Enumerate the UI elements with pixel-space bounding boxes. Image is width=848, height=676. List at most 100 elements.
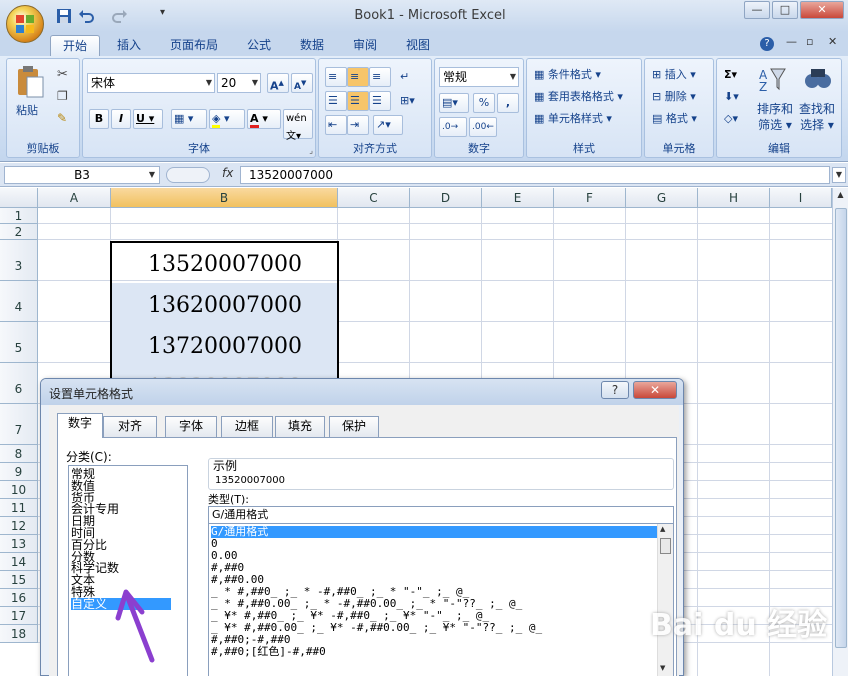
type-input[interactable]: G/通用格式 <box>208 506 674 524</box>
align-center-button[interactable]: ☰ <box>347 91 369 111</box>
copy-icon[interactable]: ❐ <box>57 89 68 103</box>
scroll-up-icon[interactable]: ▲ <box>834 190 847 204</box>
category-item[interactable]: 百分比 <box>71 539 171 551</box>
clear-icon[interactable]: ◇▾ <box>721 109 747 129</box>
font-name-select[interactable]: 宋体 ▼ <box>87 73 215 93</box>
conditional-format-button[interactable]: ▦ 条件格式 ▾ <box>531 65 639 85</box>
expand-formula-bar-icon[interactable]: ▼ <box>832 167 846 183</box>
row-header[interactable]: 16 <box>0 589 38 607</box>
row-header[interactable]: 1 <box>0 208 38 224</box>
column-header[interactable]: D <box>410 188 482 208</box>
help-icon[interactable]: ? <box>760 37 774 51</box>
row-header[interactable]: 10 <box>0 481 38 499</box>
column-header[interactable]: F <box>554 188 626 208</box>
decrease-decimal-button[interactable]: .00← <box>469 117 497 137</box>
formula-input[interactable]: 13520007000 <box>240 166 830 184</box>
tab-insert[interactable]: 插入 <box>108 35 150 56</box>
format-as-table-button[interactable]: ▦ 套用表格格式 ▾ <box>531 87 639 107</box>
format-cells-button[interactable]: ▤ 格式 ▾ <box>649 109 711 129</box>
row-header[interactable]: 9 <box>0 463 38 481</box>
increase-decimal-button[interactable]: .0→ <box>439 117 467 137</box>
scroll-thumb[interactable] <box>835 208 847 648</box>
row-header[interactable]: 6 <box>0 363 38 404</box>
customize-qat-icon[interactable]: ▾ <box>160 7 165 18</box>
sort-filter-icon[interactable]: AZ <box>757 65 787 94</box>
save-icon[interactable] <box>56 8 72 24</box>
decrease-indent-button[interactable]: ⇤ <box>325 115 347 135</box>
row-header[interactable]: 11 <box>0 499 38 517</box>
phonetic-button[interactable]: wén 文▾ <box>283 109 313 142</box>
cut-icon[interactable]: ✂ <box>57 67 68 82</box>
format-code-list[interactable]: G/通用格式 0 0.00 #,##0 #,##0.00 _ * #,##0_ ;_ * … <box>208 524 674 676</box>
close-button[interactable]: ✕ <box>800 1 844 19</box>
row-header[interactable]: 8 <box>0 445 38 463</box>
office-button[interactable] <box>6 5 44 43</box>
select-all-corner[interactable] <box>0 188 38 208</box>
insert-function-icon[interactable]: fx <box>222 166 233 180</box>
column-header[interactable]: C <box>338 188 410 208</box>
formula-bar-splitter[interactable] <box>166 167 210 183</box>
delete-cells-button[interactable]: ⊟ 删除 ▾ <box>649 87 711 107</box>
row-header[interactable]: 13 <box>0 535 38 553</box>
format-code-item[interactable]: G/通用格式 <box>211 526 657 538</box>
column-header[interactable]: B <box>111 188 338 208</box>
fill-icon[interactable]: ⬇▾ <box>721 87 747 107</box>
dialog-help-button[interactable]: ? <box>601 381 629 399</box>
find-select-icon[interactable] <box>803 65 833 93</box>
ribbon-restore-icon[interactable]: ▫ <box>806 35 813 48</box>
format-code-item[interactable]: #,##0 <box>211 562 657 574</box>
scroll-down-icon[interactable]: ▼ <box>660 664 665 672</box>
tab-border[interactable]: 边框 <box>221 416 273 437</box>
row-header[interactable]: 2 <box>0 224 38 240</box>
tab-view[interactable]: 视图 <box>397 35 439 56</box>
column-header[interactable]: H <box>698 188 770 208</box>
insert-cells-button[interactable]: ⊞ 插入 ▾ <box>649 65 711 85</box>
maximize-button[interactable]: □ <box>772 1 798 19</box>
fill-color-button[interactable]: ◈ ▾ <box>209 109 245 129</box>
accounting-format-button[interactable]: ▤▾ <box>439 93 469 113</box>
dialog-launcher-icon[interactable]: ⌟ <box>309 146 313 155</box>
row-header[interactable]: 15 <box>0 571 38 589</box>
redo-icon[interactable] <box>112 8 128 24</box>
vertical-scrollbar[interactable]: ▲ <box>832 188 848 676</box>
ribbon-minimize-icon[interactable]: — <box>786 35 797 48</box>
dialog-close-button[interactable]: ✕ <box>633 381 677 399</box>
number-format-select[interactable]: 常规 ▼ <box>439 67 519 87</box>
column-header[interactable]: I <box>770 188 832 208</box>
comma-button[interactable]: , <box>497 93 519 113</box>
sort-filter-button[interactable]: 排序和 筛选 ▾ <box>755 101 795 133</box>
row-header[interactable]: 5 <box>0 322 38 363</box>
column-header[interactable]: E <box>482 188 554 208</box>
ribbon-close-icon[interactable]: ✕ <box>828 35 837 48</box>
cell-b4[interactable]: 13620007000 <box>112 293 338 318</box>
row-header[interactable]: 3 <box>0 240 38 281</box>
tab-fill[interactable]: 填充 <box>275 416 325 437</box>
italic-button[interactable]: I <box>111 109 131 129</box>
find-select-button[interactable]: 查找和 选择 ▾ <box>797 101 837 133</box>
category-item[interactable]: 数值 <box>71 480 171 492</box>
tab-home[interactable]: 开始 <box>50 35 100 56</box>
font-size-select[interactable]: 20 ▼ <box>217 73 261 93</box>
tab-formulas[interactable]: 公式 <box>238 35 280 56</box>
autosum-button[interactable]: Σ▾ <box>721 65 747 85</box>
percent-button[interactable]: % <box>473 93 495 113</box>
paste-icon[interactable] <box>15 65 45 101</box>
orientation-button[interactable]: ↗▾ <box>373 115 403 135</box>
tab-review[interactable]: 审阅 <box>344 35 386 56</box>
align-top-button[interactable]: ≡ <box>325 67 347 87</box>
row-header[interactable]: 7 <box>0 404 38 445</box>
scroll-up-icon[interactable]: ▲ <box>660 525 665 533</box>
borders-button[interactable]: ▦ ▾ <box>171 109 207 129</box>
cell-b5[interactable]: 13720007000 <box>112 334 338 359</box>
row-header[interactable]: 18 <box>0 625 38 643</box>
cell-b3[interactable]: 13520007000 <box>112 252 338 277</box>
undo-icon[interactable] <box>78 8 94 24</box>
cell-styles-button[interactable]: ▦ 单元格样式 ▾ <box>531 109 639 129</box>
tab-number[interactable]: 数字 <box>57 413 103 438</box>
tab-protection[interactable]: 保护 <box>329 416 379 437</box>
tab-font[interactable]: 字体 <box>165 416 217 437</box>
align-left-button[interactable]: ☰ <box>325 91 347 111</box>
tab-alignment[interactable]: 对齐 <box>103 416 157 437</box>
bold-button[interactable]: B <box>89 109 109 129</box>
grow-font-button[interactable]: A▲ <box>267 73 289 93</box>
